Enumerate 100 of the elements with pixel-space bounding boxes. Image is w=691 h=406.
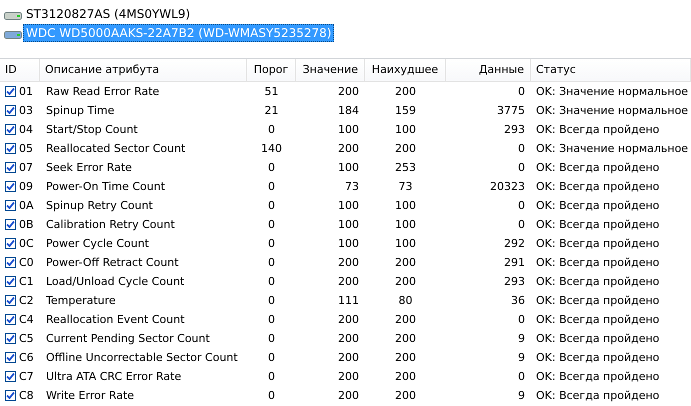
table-cell: 0: [268, 370, 275, 383]
column-header[interactable]: Порог: [247, 59, 296, 81]
table-cell: 0: [268, 161, 275, 174]
table-cell: OK: Всегда пройдено: [536, 199, 660, 212]
table-cell: 253: [395, 161, 416, 174]
checkbox[interactable]: [5, 352, 16, 363]
table-cell: 04: [19, 123, 33, 136]
table-cell: OK: Всегда пройдено: [536, 256, 660, 269]
table-cell: 200: [338, 256, 359, 269]
checkbox[interactable]: [5, 371, 16, 382]
hard-drive-icon: [4, 30, 22, 40]
table-cell: Current Pending Sector Count: [46, 332, 210, 345]
column-header[interactable]: Статус: [531, 59, 691, 81]
table-cell: Start/Stop Count: [46, 123, 138, 136]
table-cell: OK: Всегда пройдено: [536, 180, 660, 193]
table-cell: 200: [338, 351, 359, 364]
table-cell: 291: [504, 256, 525, 269]
table-cell: C8: [19, 389, 34, 402]
table-cell: 200: [395, 332, 416, 345]
table-cell: 100: [395, 123, 416, 136]
checkbox[interactable]: [5, 257, 16, 268]
table-cell: 100: [395, 218, 416, 231]
table-cell: 0: [268, 237, 275, 250]
table-cell: 20323: [490, 180, 525, 193]
table-cell: 0A: [19, 199, 34, 212]
table-cell: OK: Всегда пройдено: [536, 389, 660, 402]
table-cell: Write Error Rate: [46, 389, 134, 402]
checkbox[interactable]: [5, 333, 16, 344]
table-cell: 100: [338, 237, 359, 250]
checkbox[interactable]: [5, 276, 16, 287]
table-cell: 200: [338, 370, 359, 383]
column-header[interactable]: Значение: [296, 59, 365, 81]
table-cell: 100: [395, 237, 416, 250]
table-cell: C6: [19, 351, 34, 364]
column-header[interactable]: Наихудшее: [365, 59, 446, 81]
column-header[interactable]: Описание атрибута: [40, 59, 247, 81]
table-cell: OK: Значение нормальное: [536, 85, 688, 98]
table-cell: 200: [338, 142, 359, 155]
table-cell: 0: [268, 123, 275, 136]
table-cell: 200: [338, 332, 359, 345]
table-cell: Seek Error Rate: [46, 161, 132, 174]
table-cell: Power-Off Retract Count: [46, 256, 179, 269]
table-cell: Calibration Retry Count: [46, 218, 175, 231]
table-cell: Spinup Retry Count: [46, 199, 153, 212]
table-cell: 0: [518, 142, 525, 155]
checkbox[interactable]: [5, 314, 16, 325]
table-cell: 3775: [497, 104, 525, 117]
table-cell: 0B: [19, 218, 34, 231]
table-cell: Power-On Time Count: [46, 180, 166, 193]
table-cell: C4: [19, 313, 34, 326]
table-cell: Ultra ATA CRC Error Rate: [46, 370, 182, 383]
table-cell: 184: [338, 104, 359, 117]
table-cell: 200: [338, 275, 359, 288]
table-cell: 80: [398, 294, 412, 307]
table-cell: 200: [395, 370, 416, 383]
table-cell: 0: [518, 199, 525, 212]
table-cell: Load/Unload Cycle Count: [46, 275, 184, 288]
table-cell: 07: [19, 161, 33, 174]
table-cell: OK: Всегда пройдено: [536, 332, 660, 345]
table-cell: 200: [395, 85, 416, 98]
table-cell: 0: [518, 313, 525, 326]
table-cell: C1: [19, 275, 34, 288]
column-header[interactable]: Данные: [446, 59, 531, 81]
table-cell: 0: [268, 332, 275, 345]
table-cell: C7: [19, 370, 34, 383]
table-cell: 0: [268, 256, 275, 269]
table-cell: 73: [398, 180, 412, 193]
table-cell: 0: [518, 218, 525, 231]
table-cell: 51: [264, 85, 278, 98]
table-cell: 0: [268, 313, 275, 326]
table-cell: 0: [518, 161, 525, 174]
checkbox[interactable]: [5, 219, 16, 230]
checkbox[interactable]: [5, 162, 16, 173]
table-cell: Reallocated Sector Count: [46, 142, 186, 155]
checkbox[interactable]: [5, 105, 16, 116]
table-cell: 100: [338, 218, 359, 231]
table-cell: 200: [338, 389, 359, 402]
table-cell: 200: [395, 142, 416, 155]
column-header[interactable]: ID: [0, 59, 40, 81]
table-cell: 01: [19, 85, 33, 98]
table-cell: 9: [518, 389, 525, 402]
table-cell: 200: [395, 256, 416, 269]
table-cell: 0: [268, 351, 275, 364]
checkbox[interactable]: [5, 143, 16, 154]
checkbox[interactable]: [5, 86, 16, 97]
drive-item[interactable]: ST3120827AS (4MS0YWL9): [23, 4, 194, 22]
checkbox[interactable]: [5, 200, 16, 211]
table-cell: OK: Всегда пройдено: [536, 370, 660, 383]
table-cell: Temperature: [46, 294, 116, 307]
checkbox[interactable]: [5, 181, 16, 192]
checkbox[interactable]: [5, 390, 16, 401]
table-cell: 100: [395, 199, 416, 212]
table-cell: 159: [395, 104, 416, 117]
table-cell: 9: [518, 351, 525, 364]
checkbox[interactable]: [5, 295, 16, 306]
table-cell: 09: [19, 180, 33, 193]
checkbox[interactable]: [5, 124, 16, 135]
checkbox[interactable]: [5, 238, 16, 249]
table-cell: OK: Значение нормальное: [536, 142, 688, 155]
table-cell: 0: [268, 275, 275, 288]
